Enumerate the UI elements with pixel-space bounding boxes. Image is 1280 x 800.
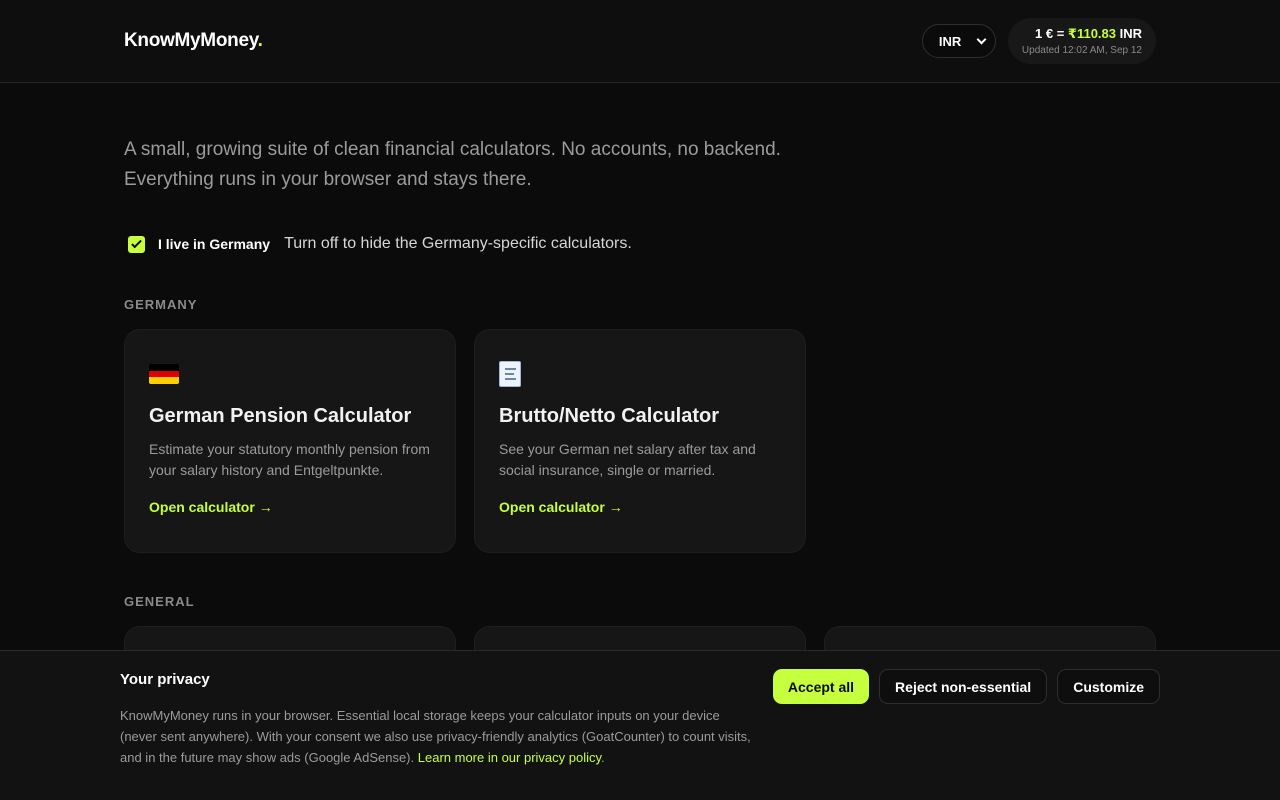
currency-select-value: INR	[938, 33, 962, 49]
exchange-rate: 1 € = ₹110.83 INR	[1035, 26, 1142, 42]
germany-toggle-hint: Turn off to hide the Germany-specific ca…	[284, 235, 632, 252]
accept-all-button[interactable]: Accept all	[772, 669, 870, 704]
cookie-text: KnowMyMoney runs in your browser. Essent…	[120, 705, 760, 768]
calculator-card-brutto-netto[interactable]: Brutto/Netto Calculator See your German …	[474, 329, 806, 553]
header-controls: INR 1 € = ₹110.83 INR Updated 12:02 AM, …	[921, 18, 1156, 64]
site-header: KnowMyMoney. INR 1 € = ₹110.83 INR Updat…	[0, 0, 1280, 83]
cookie-buttons: Accept all Reject non-essential Customiz…	[772, 669, 1160, 704]
germany-checkbox[interactable]	[128, 235, 145, 253]
logo[interactable]: KnowMyMoney.	[124, 30, 263, 52]
privacy-policy-link[interactable]: Learn more in our privacy policy	[418, 750, 601, 765]
customize-button[interactable]: Customize	[1057, 669, 1160, 704]
logo-dot: .	[257, 30, 263, 51]
section-title-general: GENERAL	[124, 594, 195, 609]
cookie-link-suffix: .	[601, 750, 605, 765]
rate-value: ₹110.83	[1067, 26, 1116, 41]
card-description: Estimate your statutory monthly pension …	[149, 441, 430, 478]
card-description: See your German net salary after tax and…	[499, 441, 756, 478]
card-title: German Pension Calculator	[149, 405, 412, 427]
checkmark-icon	[131, 237, 142, 249]
chevron-down-icon	[976, 34, 987, 44]
currency-select[interactable]: INR	[921, 24, 996, 58]
section-title-germany: GERMANY	[124, 297, 198, 312]
calculator-card-pension[interactable]: German Pension Calculator Estimate your …	[124, 329, 456, 553]
germany-cards: German Pension Calculator Estimate your …	[124, 329, 1156, 553]
cookie-banner: Your privacy KnowMyMoney runs in your br…	[0, 650, 1280, 800]
germany-toggle-label[interactable]: I live in Germany	[158, 236, 270, 252]
rate-suffix: INR	[1116, 26, 1142, 41]
main-content: A small, growing suite of clean financia…	[0, 83, 1280, 686]
intro-text: A small, growing suite of clean financia…	[124, 139, 781, 190]
reject-non-essential-button[interactable]: Reject non-essential	[879, 669, 1048, 704]
exchange-rate-pill: 1 € = ₹110.83 INR Updated 12:02 AM, Sep …	[1007, 18, 1156, 64]
open-calculator-link[interactable]: Open calculator →	[149, 499, 273, 515]
receipt-icon	[499, 361, 521, 387]
germany-toggle-row: I live in Germany Turn off to hide the G…	[124, 235, 1156, 253]
german-flag-icon	[149, 364, 179, 384]
rate-updated-time: Updated 12:02 AM, Sep 12	[1021, 45, 1142, 56]
rate-prefix: 1 € =	[1035, 26, 1068, 41]
open-calculator-link[interactable]: Open calculator →	[499, 499, 623, 515]
logo-text: KnowMyMoney	[124, 30, 258, 51]
card-title: Brutto/Netto Calculator	[499, 405, 719, 427]
